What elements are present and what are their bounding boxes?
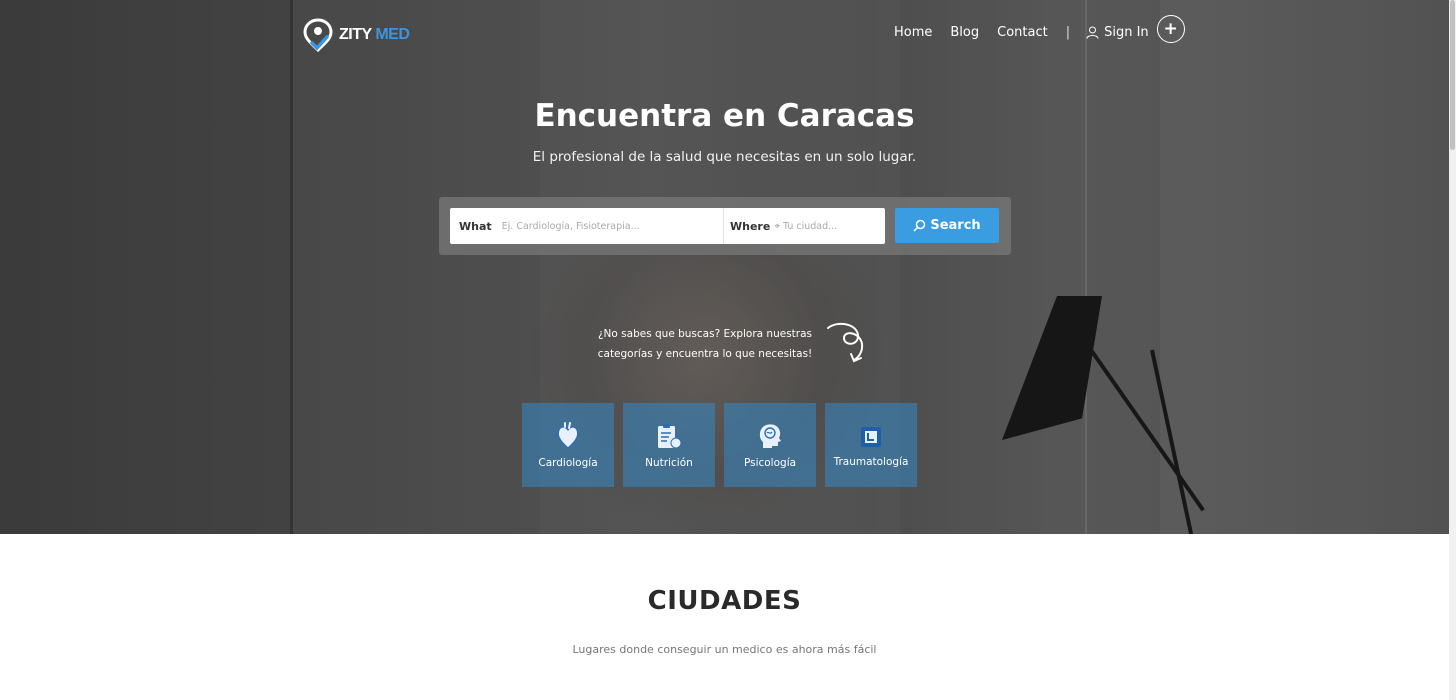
category-cardiologia[interactable]: Cardiología	[522, 403, 614, 487]
nav-link-contact[interactable]: Contact	[997, 25, 1048, 40]
location-crosshair-icon[interactable]: ⌖	[774, 221, 780, 232]
hero-section: ZITY MED Home Blog Contact | Sign In + E…	[0, 0, 1449, 534]
nav-separator: |	[1065, 24, 1071, 40]
scrollbar-thumb[interactable]	[1450, 0, 1455, 150]
heart-icon	[557, 421, 579, 449]
category-label: Traumatología	[833, 455, 909, 468]
explore-line-1: ¿No sabes que buscas? Explora nuestras	[597, 328, 813, 340]
navbar: ZITY MED Home Blog Contact | Sign In +	[0, 0, 1449, 62]
category-traumatologia[interactable]: Traumatología	[825, 403, 917, 487]
explore-text: ¿No sabes que buscas? Explora nuestras c…	[590, 324, 820, 364]
user-icon	[1086, 26, 1099, 39]
logo-text: ZITY MED	[339, 26, 410, 44]
hero-title: Encuentra en Caracas	[534, 98, 915, 134]
what-input[interactable]	[501, 220, 712, 232]
category-label: Nutrición	[645, 456, 693, 469]
what-field-group: What	[450, 208, 724, 244]
where-field-group: Where ⌖	[724, 208, 873, 244]
category-psicologia[interactable]: Psicología	[724, 403, 816, 487]
plus-icon: +	[1163, 19, 1178, 39]
explore-line-2: categorías y encuentra lo que necesitas!	[597, 348, 813, 360]
add-listing-button[interactable]: +	[1156, 15, 1185, 43]
category-label: Cardiología	[538, 456, 598, 469]
nav-menu: Home Blog Contact | Sign In +	[894, 15, 1185, 43]
hero-subtitle: El profesional de la salud que necesitas…	[532, 149, 917, 165]
logo[interactable]: ZITY MED	[303, 18, 410, 52]
category-label: Psicología	[743, 456, 797, 469]
category-nutricion[interactable]: Nutrición	[623, 403, 715, 487]
cities-subtitle: Lugares donde conseguir un medico es aho…	[572, 643, 877, 656]
xray-icon	[861, 426, 881, 447]
search-button-label: Search	[930, 218, 981, 233]
where-input[interactable]	[782, 220, 873, 232]
search-icon	[913, 219, 926, 232]
search-box: What Where ⌖	[450, 208, 885, 244]
cities-heading: CIUDADES	[647, 586, 802, 616]
where-label: Where	[730, 219, 771, 233]
curly-arrow-icon	[827, 322, 864, 363]
location-pin-check-icon	[303, 18, 333, 52]
search-button[interactable]: Search	[895, 208, 999, 243]
category-tiles: Cardiología Nutrición Psicología Traumat…	[522, 403, 917, 487]
sign-in-link[interactable]: Sign In	[1086, 25, 1149, 40]
page-scrollbar[interactable]	[1449, 0, 1456, 700]
search-panel: What Where ⌖ Search	[439, 197, 1011, 255]
what-label: What	[459, 219, 492, 233]
logo-name: ZITY	[339, 26, 372, 43]
logo-accent: MED	[375, 26, 410, 43]
nav-link-blog[interactable]: Blog	[950, 25, 979, 40]
clipboard-apple-icon	[658, 423, 682, 448]
sign-in-label: Sign In	[1104, 24, 1149, 40]
head-brain-icon	[759, 423, 781, 448]
nav-link-home[interactable]: Home	[894, 25, 932, 40]
